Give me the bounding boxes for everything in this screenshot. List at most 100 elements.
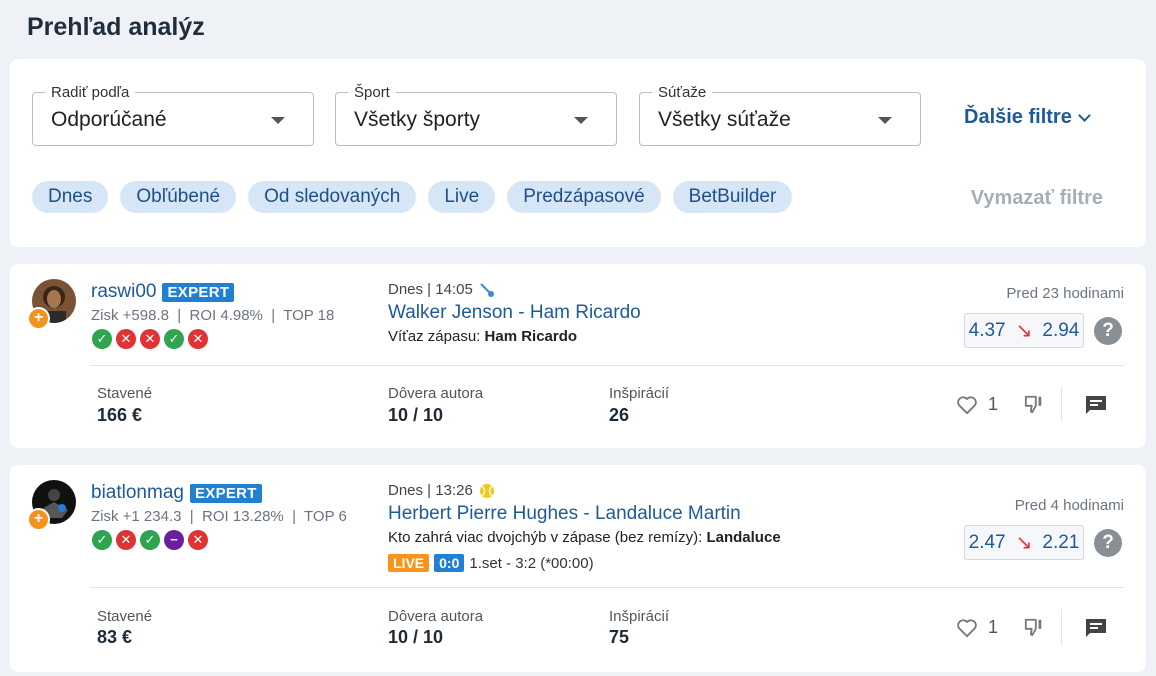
help-icon[interactable]: ? [1094,317,1122,345]
user-stats: Zisk +1 234.3 | ROI 13.28% | TOP 6 [91,508,347,525]
result-win-icon: ✓ [164,329,184,349]
caret-down-icon [271,117,285,124]
expert-badge: EXPERT [162,282,235,302]
caret-down-icon [574,117,588,124]
match-time-text: Dnes | 14:05 [388,281,473,298]
clear-filters-button[interactable]: Vymazať filtre [971,187,1103,210]
dislike-button[interactable] [1023,394,1045,419]
confidence-value: 10 / 10 [388,627,444,647]
dislike-button[interactable] [1023,617,1045,642]
placed-label: Stavené [97,385,153,402]
chip-betbuilder[interactable]: BetBuilder [672,181,793,213]
follow-plus-icon[interactable]: + [27,508,50,531]
arrow-down-right-icon: ↘ [1015,532,1033,554]
odds-box[interactable]: 4.37 ↘ 2.94 [964,313,1084,348]
inspirations-value: 75 [609,627,630,647]
placed-value: 83 € [97,627,133,647]
sort-legend: Radiť podľa [45,84,136,101]
sport-value: Všetky športy [354,108,481,131]
confidence-label: Dôvera autora [388,385,484,402]
comment-button[interactable] [1085,395,1107,420]
posted-time: Pred 4 hodinami [1014,497,1124,514]
pick-label: Víťaz zápasu: [388,328,481,345]
placed-label: Stavené [97,608,153,625]
like-button[interactable]: 1 [956,394,998,415]
divider [90,587,1124,588]
like-count: 1 [987,394,998,414]
badminton-icon [480,282,494,297]
result-win-icon: ✓ [92,530,112,550]
heart-icon [957,395,977,414]
expert-badge: EXPERT [189,483,262,503]
follow-plus-icon[interactable]: + [27,307,50,330]
match-time: Dnes | 13:26 [388,482,495,499]
confidence-value: 10 / 10 [388,405,444,425]
live-status: 1.set - 3:2 (*00:00) [469,554,594,572]
odds-from: 2.47 [968,531,1006,553]
tennis-ball-icon [479,483,494,498]
sport-select[interactable]: Šport Všetky športy [335,84,617,146]
match-name[interactable]: Herbert Pierre Hughes - Landaluce Martin [388,503,741,525]
match-time-text: Dnes | 13:26 [388,482,473,499]
comment-icon [1086,396,1106,414]
filter-panel: Radiť podľa Odporúčané Šport Všetky špor… [10,59,1146,247]
pick-line: Víťaz zápasu: Ham Ricardo [388,328,577,345]
comment-button[interactable] [1085,618,1107,643]
recent-results: ✓ ✕ ✕ ✓ ✕ [92,329,208,349]
inspirations-value: 26 [609,405,630,425]
vertical-divider [1061,609,1062,645]
thumbs-down-icon [1024,618,1042,637]
username[interactable]: raswi00 [91,281,156,303]
caret-down-icon [878,117,892,124]
sort-select[interactable]: Radiť podľa Odporúčané [32,84,314,146]
chip-today[interactable]: Dnes [32,181,109,213]
posted-time: Pred 23 hodinami [1006,285,1124,302]
chip-live[interactable]: Live [428,181,496,213]
user-stats: Zisk +598.8 | ROI 4.98% | TOP 18 [91,307,335,324]
chip-favorites[interactable]: Obľúbené [120,181,237,213]
like-button[interactable]: 1 [956,617,998,638]
placed-value: 166 € [97,405,143,425]
vertical-divider [1061,386,1062,422]
help-icon[interactable]: ? [1094,529,1122,557]
thumbs-down-icon [1024,395,1042,414]
username[interactable]: biatlonmag [91,482,184,504]
competitions-select[interactable]: Súťaže Všetky súťaže [639,84,921,146]
sport-legend: Šport [348,84,396,101]
live-line: LIVE 0:0 1.set - 3:2 (*00:00) [388,554,594,572]
pick-label: Kto zahrá viac dvojchýb v zápase (bez re… [388,529,703,546]
inspirations-label: Inšpirácií [609,608,670,625]
result-win-icon: ✓ [140,530,160,550]
odds-from: 4.37 [968,319,1006,341]
competitions-legend: Súťaže [652,84,713,101]
confidence-label: Dôvera autora [388,608,484,625]
score-badge: 0:0 [434,554,465,572]
result-void-icon: − [164,530,184,550]
inspirations-label: Inšpirácií [609,385,670,402]
result-lose-icon: ✕ [116,329,136,349]
arrow-down-right-icon: ↘ [1015,320,1033,342]
sort-value: Odporúčané [51,108,167,131]
live-badge: LIVE [388,554,430,572]
odds-to: 2.21 [1042,531,1080,553]
page-title: Prehľad analýz [27,13,205,41]
result-lose-icon: ✕ [188,530,208,550]
competitions-value: Všetky súťaže [658,108,791,131]
more-filters-label: Ďalšie filtre [964,106,1072,128]
divider [90,365,1124,366]
pick-value: Ham Ricardo [484,328,578,345]
odds-to: 2.94 [1042,319,1080,341]
chip-followed[interactable]: Od sledovaných [248,181,417,213]
result-lose-icon: ✕ [140,329,160,349]
match-name[interactable]: Walker Jenson - Ham Ricardo [388,302,641,324]
chevron-down-icon [1077,108,1091,122]
chip-prematch[interactable]: Predzápasové [507,181,661,213]
result-win-icon: ✓ [92,329,112,349]
comment-icon [1086,619,1106,637]
odds-box[interactable]: 2.47 ↘ 2.21 [964,525,1084,560]
analysis-card: + raswi00 EXPERT Zisk +598.8 | ROI 4.98%… [10,264,1146,448]
like-count: 1 [987,617,998,637]
pick-value: Landaluce [706,529,781,546]
result-lose-icon: ✕ [116,530,136,550]
more-filters-button[interactable]: Ďalšie filtre [964,106,1091,129]
